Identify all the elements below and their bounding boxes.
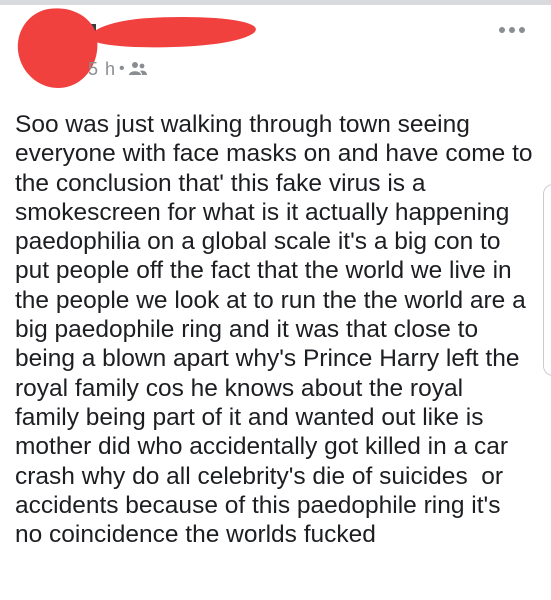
more-options-icon[interactable] <box>499 26 525 34</box>
post-text: Soo was just walking through town seeing… <box>15 111 533 549</box>
post-timestamp[interactable]: 5 h <box>88 59 116 80</box>
dot <box>519 27 525 33</box>
dot <box>499 27 505 33</box>
top-divider <box>0 0 551 5</box>
redaction-author-name <box>89 14 257 50</box>
meta-separator: • <box>119 60 125 77</box>
friends-icon[interactable] <box>128 61 148 77</box>
post-meta: 5 h • <box>88 58 148 80</box>
scroll-handle[interactable] <box>543 184 551 376</box>
dot <box>509 27 515 33</box>
